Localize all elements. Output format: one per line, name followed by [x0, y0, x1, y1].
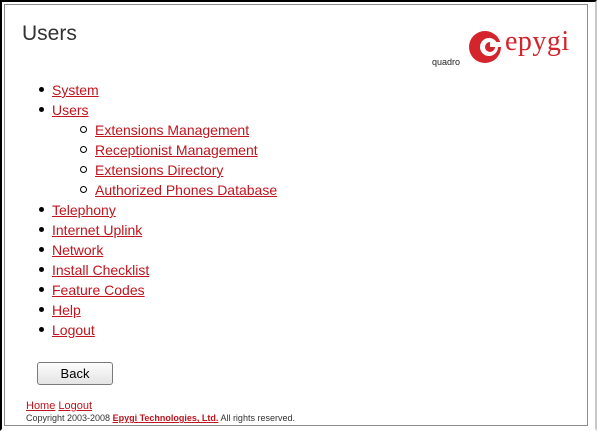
menu-item-system: System: [38, 80, 277, 100]
menu-item-help: Help: [38, 300, 277, 320]
menu-link-feature-codes[interactable]: Feature Codes: [52, 282, 145, 298]
submenu-item-receptionist-management: Receptionist Management: [80, 140, 277, 160]
submenu-item-extensions-management: Extensions Management: [80, 120, 277, 140]
copyright-suffix: All rights reserved.: [220, 413, 295, 423]
submenu-link-receptionist-management[interactable]: Receptionist Management: [95, 142, 258, 158]
menu-item-internet-uplink: Internet Uplink: [38, 220, 277, 240]
menu-item-network: Network: [38, 240, 277, 260]
main-menu: System Users Extensions Management Recep…: [38, 80, 277, 340]
submenu-link-extensions-directory[interactable]: Extensions Directory: [95, 162, 223, 178]
menu-link-help[interactable]: Help: [52, 302, 81, 318]
epygi-logo-icon: [469, 31, 503, 63]
users-submenu: Extensions Management Receptionist Manag…: [52, 120, 277, 200]
back-button[interactable]: Back: [37, 362, 113, 385]
menu-link-network[interactable]: Network: [52, 242, 103, 258]
menu-link-internet-uplink[interactable]: Internet Uplink: [52, 222, 142, 238]
menu-link-telephony[interactable]: Telephony: [52, 202, 116, 218]
footer-links: Home Logout: [26, 400, 92, 412]
submenu-link-authorized-phones-database[interactable]: Authorized Phones Database: [95, 182, 277, 198]
brand-logo: quadro epygi: [425, 23, 585, 67]
menu-item-telephony: Telephony: [38, 200, 277, 220]
copyright-notice: Copyright 2003-2008 Epygi Technologies, …: [26, 413, 295, 423]
menu-link-logout[interactable]: Logout: [52, 322, 95, 338]
submenu-item-authorized-phones-database: Authorized Phones Database: [80, 180, 277, 200]
menu-item-feature-codes: Feature Codes: [38, 280, 277, 300]
submenu-link-extensions-management[interactable]: Extensions Management: [95, 122, 249, 138]
page-title: Users: [22, 22, 77, 45]
menu-item-install-checklist: Install Checklist: [38, 260, 277, 280]
company-link[interactable]: Epygi Technologies, Ltd.: [113, 413, 219, 423]
menu-link-system[interactable]: System: [52, 82, 99, 98]
brand-tagline: quadro: [432, 57, 461, 67]
menu-link-users[interactable]: Users: [52, 102, 89, 118]
brand-name: epygi: [505, 26, 570, 57]
content-panel: Users quadro epygi System Users Extensio…: [4, 4, 588, 426]
footer-logout-link[interactable]: Logout: [58, 400, 92, 412]
submenu-item-extensions-directory: Extensions Directory: [80, 160, 277, 180]
menu-item-logout: Logout: [38, 320, 277, 340]
menu-link-install-checklist[interactable]: Install Checklist: [52, 262, 149, 278]
copyright-prefix: Copyright 2003-2008: [26, 413, 111, 423]
footer-home-link[interactable]: Home: [26, 400, 55, 412]
menu-item-users: Users Extensions Management Receptionist…: [38, 100, 277, 200]
